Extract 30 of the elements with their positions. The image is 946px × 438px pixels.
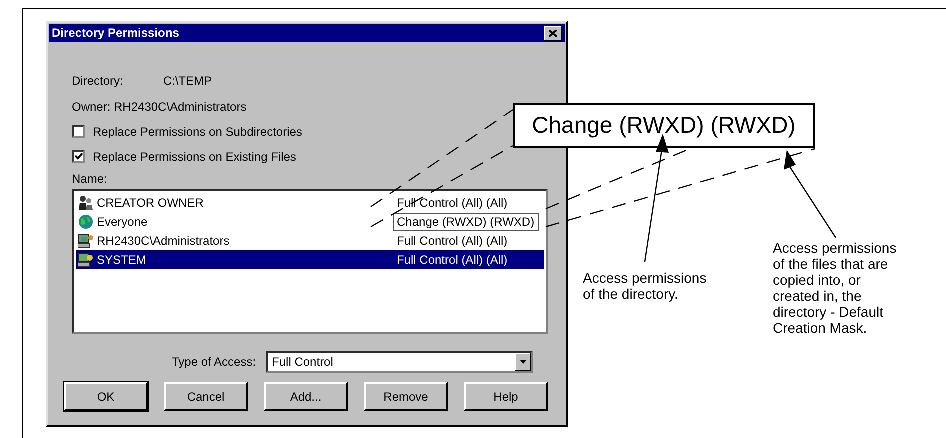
checkbox-label: Replace Permissions on Existing Files [93,150,296,164]
close-icon [549,30,557,36]
close-button[interactable] [544,26,562,40]
directory-label: Directory: [72,74,124,88]
list-item[interactable]: Everyone Change (RWXD) (RWXD) [76,212,544,231]
dialog-button[interactable]: Help [464,382,548,411]
computer-icon [78,252,94,268]
access-type-label: Type of Access: [172,355,256,369]
list-item[interactable]: CREATOR OWNER Full Control (All) (All) [76,193,544,212]
dropdown-arrow-icon [520,360,527,364]
dialog-button[interactable]: Add... [264,382,348,411]
checkbox[interactable] [72,125,85,138]
dialog-button[interactable]: OK [64,382,148,411]
users-icon [78,194,94,210]
annotation-text: Access permissions of the directory. [583,270,708,302]
dialog-button[interactable]: Remove [364,382,448,411]
checkbox-label: Replace Permissions on Subdirectories [93,124,302,138]
access-type-dropdown[interactable]: Full Control [266,351,534,373]
directory-path: C:\TEMP [163,74,212,88]
annotation-text: Access permissions of the files that are copied into, or created in, the directory - Default Creation Mask. [773,240,898,336]
owner-label: Owner: RH2430C\Administrators [72,100,247,114]
list-item[interactable]: RH2430C\Administrators Full Control (All) (All) [76,231,544,250]
name-label: Name: [72,172,108,186]
list-item[interactable]: SYSTEM Full Control (All) (All) [76,250,544,269]
globe-icon [78,214,94,230]
computer-icon [78,232,94,248]
magnified-access-text: Change (RWXD) (RWXD) [513,103,815,148]
window-title: Directory Permissions [52,26,180,40]
dialog-button[interactable]: Cancel [164,382,248,411]
checkbox[interactable] [72,150,85,163]
